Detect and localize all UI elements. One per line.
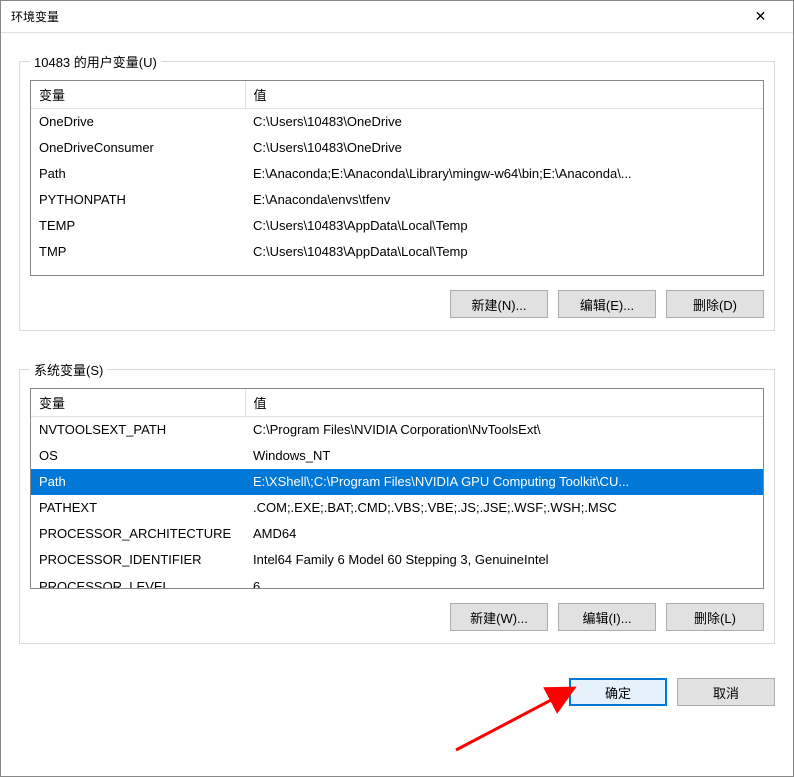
cell-value: Windows_NT: [245, 443, 763, 469]
table-row[interactable]: PROCESSOR_LEVEL6: [31, 574, 763, 589]
cell-variable: TEMP: [31, 213, 245, 239]
system-vars-buttons: 新建(W)... 编辑(I)... 删除(L): [30, 603, 764, 631]
table-row[interactable]: OneDriveConsumerC:\Users\10483\OneDrive: [31, 135, 763, 161]
user-delete-button[interactable]: 删除(D): [666, 290, 764, 318]
cell-value: C:\Users\10483\OneDrive: [245, 109, 763, 136]
cell-variable: OS: [31, 443, 245, 469]
cell-variable: PROCESSOR_IDENTIFIER: [31, 547, 245, 573]
table-row[interactable]: TMPC:\Users\10483\AppData\Local\Temp: [31, 239, 763, 265]
close-icon[interactable]: ✕: [738, 2, 783, 32]
cell-value: C:\Program Files\NVIDIA Corporation\NvTo…: [245, 417, 763, 444]
titlebar: 环境变量 ✕: [1, 1, 793, 33]
ok-button[interactable]: 确定: [569, 678, 667, 706]
cell-value: E:\XShell\;C:\Program Files\NVIDIA GPU C…: [245, 469, 763, 495]
system-vars-group: 系统变量(S) 变量 值 NVTOOLSEXT_PATHC:\Program F…: [19, 369, 775, 644]
cell-value: E:\Anaconda\envs\tfenv: [245, 187, 763, 213]
cell-variable: PYTHONPATH: [31, 187, 245, 213]
table-row[interactable]: OneDriveC:\Users\10483\OneDrive: [31, 109, 763, 136]
user-vars-table-wrap: 变量 值 OneDriveC:\Users\10483\OneDriveOneD…: [30, 80, 764, 276]
user-new-button[interactable]: 新建(N)...: [450, 290, 548, 318]
cell-variable: TMP: [31, 239, 245, 265]
cell-value: 6: [245, 574, 763, 589]
system-vars-table-wrap: 变量 值 NVTOOLSEXT_PATHC:\Program Files\NVI…: [30, 388, 764, 589]
dialog-buttons: 确定 取消: [19, 678, 775, 706]
cell-variable: Path: [31, 469, 245, 495]
table-row[interactable]: PATHEXT.COM;.EXE;.BAT;.CMD;.VBS;.VBE;.JS…: [31, 495, 763, 521]
system-delete-button[interactable]: 删除(L): [666, 603, 764, 631]
user-vars-group: 10483 的用户变量(U) 变量 值 OneDriveC:\Users\104…: [19, 61, 775, 331]
cell-value: E:\Anaconda;E:\Anaconda\Library\mingw-w6…: [245, 161, 763, 187]
system-vars-table[interactable]: 变量 值 NVTOOLSEXT_PATHC:\Program Files\NVI…: [31, 389, 763, 589]
window-title: 环境变量: [11, 8, 738, 25]
table-row[interactable]: PYTHONPATHE:\Anaconda\envs\tfenv: [31, 187, 763, 213]
table-header-row: 变量 值: [31, 81, 763, 109]
user-edit-button[interactable]: 编辑(E)...: [558, 290, 656, 318]
user-vars-table[interactable]: 变量 值 OneDriveC:\Users\10483\OneDriveOneD…: [31, 81, 763, 266]
cell-variable: PATHEXT: [31, 495, 245, 521]
table-row[interactable]: PathE:\Anaconda;E:\Anaconda\Library\ming…: [31, 161, 763, 187]
cancel-button[interactable]: 取消: [677, 678, 775, 706]
cell-value: C:\Users\10483\OneDrive: [245, 135, 763, 161]
env-vars-dialog: 环境变量 ✕ 10483 的用户变量(U) 变量 值 OneDriveC:\Us…: [0, 0, 794, 777]
user-vars-buttons: 新建(N)... 编辑(E)... 删除(D): [30, 290, 764, 318]
user-vars-group-label: 10483 的用户变量(U): [30, 52, 161, 71]
dialog-body: 10483 的用户变量(U) 变量 值 OneDriveC:\Users\104…: [1, 33, 793, 776]
cell-variable: OneDriveConsumer: [31, 135, 245, 161]
system-edit-button[interactable]: 编辑(I)...: [558, 603, 656, 631]
table-row[interactable]: TEMPC:\Users\10483\AppData\Local\Temp: [31, 213, 763, 239]
table-row[interactable]: NVTOOLSEXT_PATHC:\Program Files\NVIDIA C…: [31, 417, 763, 444]
col-header-variable[interactable]: 变量: [31, 81, 245, 109]
col-header-value[interactable]: 值: [245, 389, 763, 417]
cell-value: Intel64 Family 6 Model 60 Stepping 3, Ge…: [245, 547, 763, 573]
cell-variable: OneDrive: [31, 109, 245, 136]
table-row[interactable]: PathE:\XShell\;C:\Program Files\NVIDIA G…: [31, 469, 763, 495]
cell-variable: Path: [31, 161, 245, 187]
cell-variable: PROCESSOR_LEVEL: [31, 574, 245, 589]
table-header-row: 变量 值: [31, 389, 763, 417]
cell-value: C:\Users\10483\AppData\Local\Temp: [245, 239, 763, 265]
cell-variable: PROCESSOR_ARCHITECTURE: [31, 521, 245, 547]
cell-variable: NVTOOLSEXT_PATH: [31, 417, 245, 444]
system-new-button[interactable]: 新建(W)...: [450, 603, 548, 631]
table-row[interactable]: PROCESSOR_ARCHITECTUREAMD64: [31, 521, 763, 547]
table-row[interactable]: PROCESSOR_IDENTIFIERIntel64 Family 6 Mod…: [31, 547, 763, 573]
col-header-variable[interactable]: 变量: [31, 389, 245, 417]
cell-value: C:\Users\10483\AppData\Local\Temp: [245, 213, 763, 239]
system-vars-group-label: 系统变量(S): [30, 360, 107, 379]
cell-value: AMD64: [245, 521, 763, 547]
cell-value: .COM;.EXE;.BAT;.CMD;.VBS;.VBE;.JS;.JSE;.…: [245, 495, 763, 521]
col-header-value[interactable]: 值: [245, 81, 763, 109]
table-row[interactable]: OSWindows_NT: [31, 443, 763, 469]
